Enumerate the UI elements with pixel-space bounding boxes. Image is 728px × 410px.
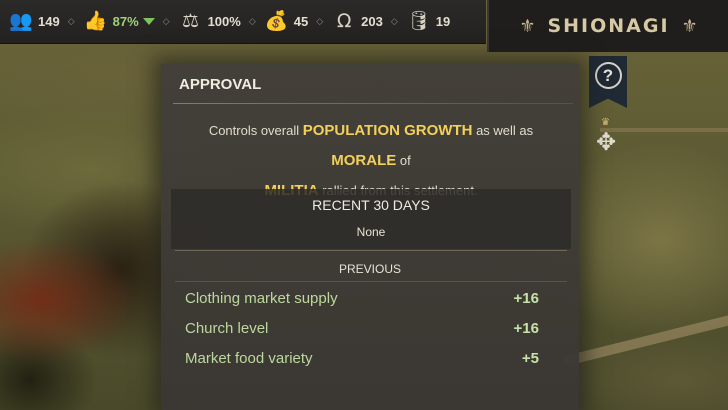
list-item: Market food variety +5 [185, 346, 539, 370]
separator-diamond: ◇ [316, 16, 324, 27]
highlight-morale: MORALE [331, 152, 397, 169]
resource-money[interactable]: 💰 45 [264, 0, 308, 44]
barrel-value: 19 [435, 14, 451, 29]
resource-scales[interactable]: ⚖ 100% [178, 0, 241, 44]
resource-population[interactable]: 👥 149 [8, 0, 60, 44]
divider [175, 250, 567, 251]
recent-value: None [356, 225, 386, 239]
separator-diamond: ◇ [248, 16, 256, 27]
resource-horseshoe[interactable]: Ω 203 [331, 0, 383, 44]
resource-barrel[interactable]: 🛢 19 [406, 0, 451, 44]
resource-bar: 👥 149 ◇ 👍 87% ◇ ⚖ 100% ◇ 💰 45 ◇ Ω 203 ◇ … [0, 0, 486, 44]
fleur-right-icon: ⚜ [681, 15, 698, 37]
population-value: 149 [38, 14, 60, 29]
money-value: 45 [293, 14, 309, 29]
horseshoe-value: 203 [361, 14, 383, 29]
map-road [600, 128, 728, 132]
previous-title: PREVIOUS [338, 262, 401, 276]
scales-value: 100% [207, 14, 241, 29]
horseshoe-icon: Ω [336, 10, 352, 32]
modifier-amount: +16 [513, 289, 539, 307]
modifier-label: Market food variety [185, 349, 313, 367]
list-item: Church level +16 [185, 316, 539, 340]
modifier-amount: +16 [513, 319, 539, 337]
crown-icon: ♛ [601, 117, 610, 128]
separator-diamond: ◇ [67, 16, 75, 27]
barrel-icon: 🛢 [406, 10, 431, 32]
scales-icon: ⚖ [182, 10, 200, 32]
divider [173, 103, 573, 104]
population-icon: 👥 [9, 10, 33, 32]
recent-title: RECENT 30 DAYS [312, 197, 430, 213]
separator-diamond: ◇ [162, 16, 170, 27]
money-icon: 💰 [264, 10, 289, 32]
cross-marker-icon[interactable]: ✥ [596, 128, 616, 156]
divider [175, 281, 567, 282]
modifier-amount: +5 [521, 349, 539, 367]
question-icon: ? [594, 62, 622, 89]
approval-tooltip: APPROVAL Controls overall POPULATION GRO… [161, 64, 579, 410]
resource-approval[interactable]: 👍 87% [83, 0, 155, 44]
recent-section: RECENT 30 DAYS None [171, 189, 571, 249]
approval-value: 87% [112, 14, 139, 29]
modifier-label: Church level [185, 319, 269, 337]
fleur-left-icon: ⚜ [519, 15, 536, 37]
list-item: Clothing market supply +16 [185, 286, 539, 310]
approval-thumb-icon: 👍 [83, 10, 108, 32]
modifier-label: Clothing market supply [185, 289, 338, 307]
highlight-population-growth: POPULATION GROWTH [302, 122, 473, 139]
settlement-name-banner[interactable]: ⚜ SHIONAGI ⚜ [487, 0, 728, 52]
separator-diamond: ◇ [390, 16, 398, 27]
panel-title: APPROVAL [179, 76, 262, 93]
trend-down-icon [142, 18, 155, 25]
settlement-name: SHIONAGI [547, 15, 670, 37]
